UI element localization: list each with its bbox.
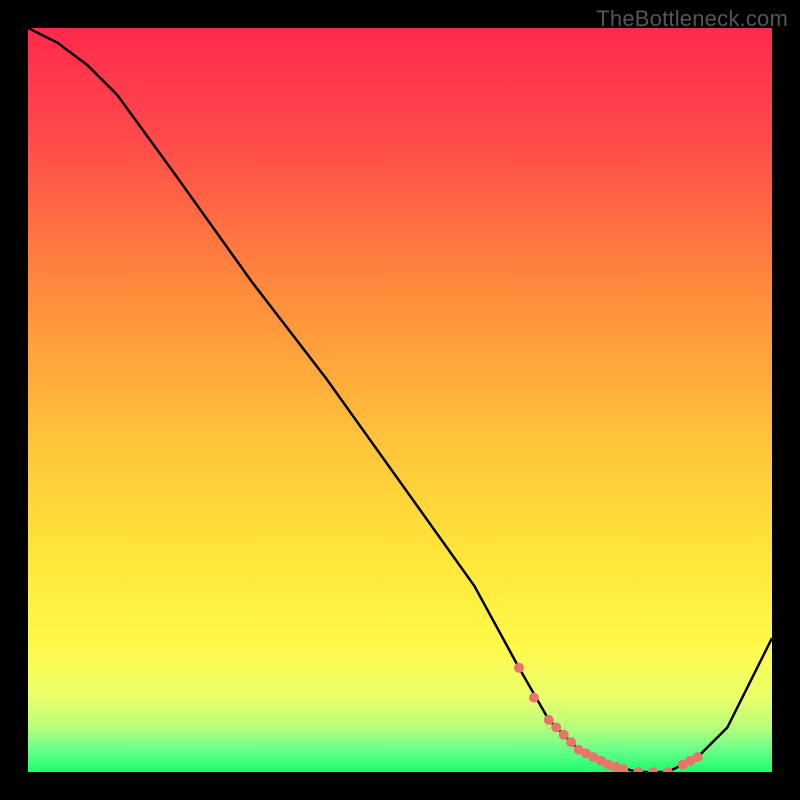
bottleneck-curve xyxy=(28,28,772,772)
plot-area xyxy=(28,28,772,772)
chart-frame: TheBottleneck.com xyxy=(0,0,800,800)
optimal-range-markers xyxy=(514,663,703,772)
watermark-text: TheBottleneck.com xyxy=(596,6,788,32)
